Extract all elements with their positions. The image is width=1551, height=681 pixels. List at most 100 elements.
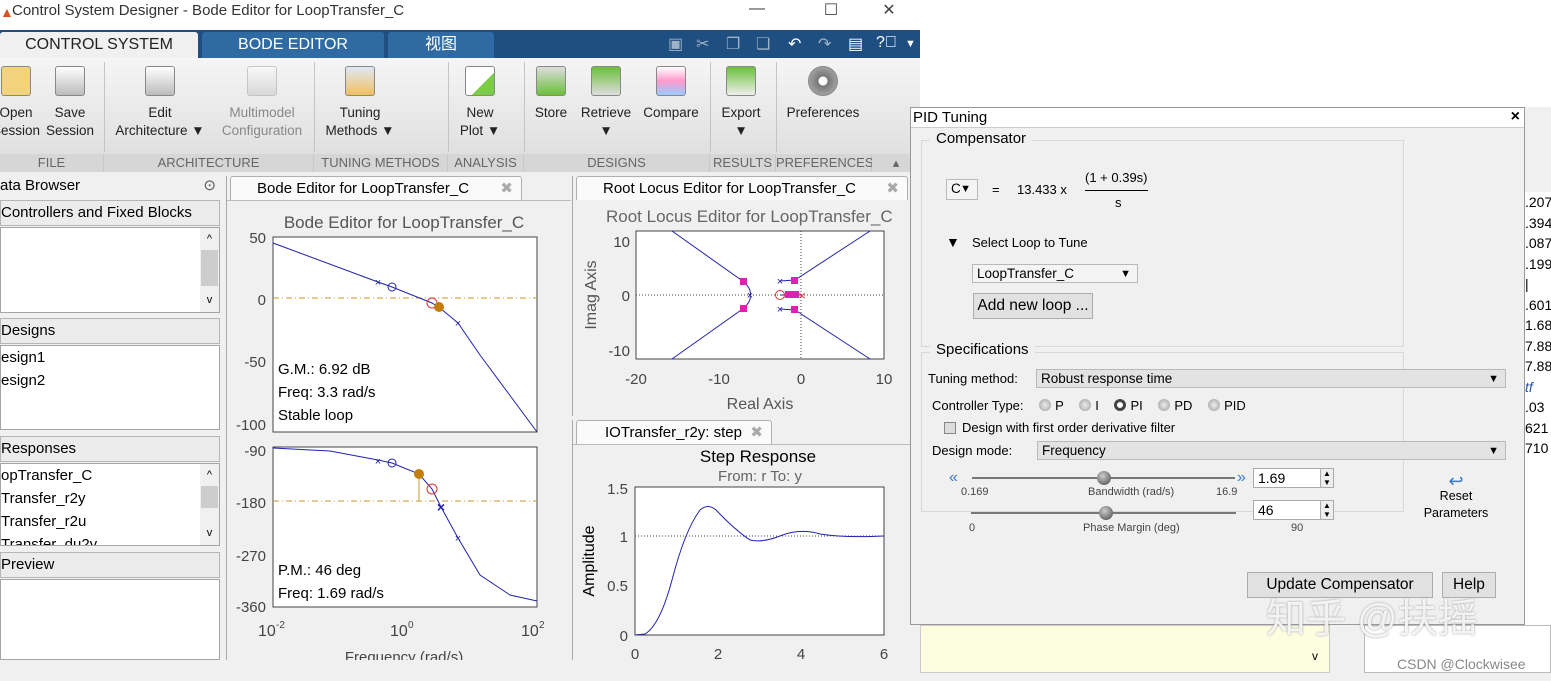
label: Retrieve: [580, 105, 632, 120]
list-item[interactable]: Transfer_r2y: [1, 487, 219, 510]
open-session-button[interactable]: Open Session: [0, 58, 42, 154]
close-tab-icon[interactable]: ✖: [500, 177, 513, 200]
panel-menu-icon[interactable]: ⊙: [203, 175, 216, 197]
list-item[interactable]: esign1: [1, 346, 219, 369]
scrollbar[interactable]: ^ v: [200, 464, 219, 545]
derivative-filter-checkbox[interactable]: [944, 422, 956, 434]
save-icon[interactable]: ▣: [668, 34, 683, 54]
close-tab-icon[interactable]: ✖: [750, 421, 763, 444]
tab-control-system[interactable]: CONTROL SYSTEM: [0, 32, 198, 58]
phase-margin-slider-thumb[interactable]: [1099, 506, 1114, 520]
maximize-button[interactable]: ☐: [808, 0, 854, 22]
closed-loop-pole[interactable]: [791, 306, 798, 313]
controllers-list[interactable]: ^ v: [0, 227, 220, 313]
window-layout-icon[interactable]: ▤: [848, 34, 863, 54]
tab-bode-editor[interactable]: BODE EDITOR: [202, 32, 384, 58]
tab-bode-editor-doc[interactable]: Bode Editor for LoopTransfer_C ✖: [230, 176, 522, 200]
section-controllers[interactable]: Controllers and Fixed Blocks: [0, 200, 220, 226]
open-loop-pole[interactable]: ×: [777, 276, 783, 288]
gain-margin-marker[interactable]: [434, 302, 444, 312]
closed-loop-pole[interactable]: [785, 291, 799, 298]
pole-marker[interactable]: ×: [375, 277, 381, 289]
multimodel-configuration-button[interactable]: Multimodel Configuration: [214, 58, 310, 154]
cut-icon[interactable]: ✂: [696, 34, 709, 54]
close-button[interactable]: ✕: [866, 0, 912, 22]
increase-bandwidth-icon[interactable]: »: [1237, 469, 1246, 487]
add-new-loop-button[interactable]: Add new loop ...: [973, 293, 1093, 319]
save-session-button[interactable]: Save Session: [44, 58, 96, 154]
decrease-bandwidth-icon[interactable]: «: [949, 469, 958, 487]
copy-icon[interactable]: ❐: [726, 34, 740, 54]
pole-marker[interactable]: ×: [375, 456, 381, 468]
compensator-select[interactable]: C ▼: [946, 179, 978, 200]
close-dialog-button[interactable]: ×: [1511, 108, 1520, 126]
pole-marker[interactable]: ×: [455, 533, 461, 545]
tuning-methods-button[interactable]: Tuning Methods ▼: [320, 58, 400, 154]
list-item[interactable]: opTransfer_C: [1, 464, 219, 487]
group-label-analysis: ANALYSIS: [448, 154, 524, 172]
closed-loop-pole[interactable]: [791, 277, 798, 284]
close-tab-icon[interactable]: ✖: [886, 177, 899, 200]
radio-i[interactable]: [1079, 399, 1092, 411]
pole-marker[interactable]: ×: [455, 318, 461, 330]
spinner-arrows-icon[interactable]: ▲ ▼: [1320, 468, 1334, 488]
compare-button[interactable]: Compare: [640, 58, 702, 154]
edit-architecture-button[interactable]: Edit Architecture ▼: [110, 58, 210, 154]
undo-icon[interactable]: ↶: [788, 34, 801, 54]
output-line: .03: [1525, 399, 1545, 415]
list-item[interactable]: Transfer_r2u: [1, 510, 219, 533]
chevron-down-icon[interactable]: v: [1312, 649, 1318, 663]
compensator-denominator: s: [1115, 195, 1122, 210]
phase-margin-marker[interactable]: [414, 469, 424, 479]
pole-marker[interactable]: ×: [437, 499, 445, 515]
new-plot-button[interactable]: New Plot ▼: [454, 58, 506, 154]
list-item[interactable]: Transfer_du2y: [1, 533, 219, 545]
spinner-arrows-icon[interactable]: ▲ ▼: [1320, 500, 1334, 520]
closed-loop-pole[interactable]: [740, 305, 747, 312]
bode-plot[interactable]: Bode Editor for LoopTransfer_C × × G.M.:…: [228, 200, 570, 660]
closed-loop-pole[interactable]: [740, 278, 747, 285]
tick-label: 0: [631, 646, 639, 660]
list-item[interactable]: esign2: [1, 369, 219, 392]
design-mode-select[interactable]: Frequency ▼: [1037, 441, 1506, 460]
retrieve-button[interactable]: Retrieve ▼: [578, 58, 634, 154]
tuning-method-select[interactable]: Robust response time ▼: [1036, 369, 1506, 388]
radio-pd[interactable]: [1158, 399, 1171, 411]
export-button[interactable]: Export ▼: [716, 58, 766, 154]
loop-select[interactable]: LoopTransfer_C ▼: [972, 264, 1138, 283]
step-response-plot[interactable]: Step Response From: r To: y 1.5 1 0.5 0 …: [574, 445, 910, 660]
minimize-button[interactable]: —: [734, 0, 780, 22]
preferences-button[interactable]: Preferences: [782, 58, 864, 154]
output-line: 710: [1525, 440, 1549, 456]
x-axis-label: Real Axis: [727, 396, 794, 413]
radio-p[interactable]: [1039, 399, 1052, 411]
gain-margin-text: G.M.: 6.92 dB: [278, 361, 371, 378]
chevron-down-icon[interactable]: ▼: [905, 38, 916, 50]
section-preview[interactable]: Preview: [0, 552, 220, 578]
store-icon: [536, 66, 566, 96]
tab-step-response[interactable]: IOTransfer_r2y: step ✖: [576, 420, 772, 444]
compensator-pole[interactable]: ×: [798, 288, 806, 303]
phase-margin-freq: Freq: 1.69 rad/s: [278, 585, 384, 602]
open-loop-pole[interactable]: ×: [777, 304, 783, 316]
tab-root-locus[interactable]: Root Locus Editor for LoopTransfer_C ✖: [576, 176, 908, 200]
collapse-triangle-icon[interactable]: ▼: [946, 234, 960, 250]
radio-pid[interactable]: [1208, 399, 1221, 411]
radio-pi[interactable]: [1114, 399, 1127, 411]
reset-parameters-button[interactable]: ↩ Reset Parameters: [1416, 472, 1496, 522]
phase-margin-input[interactable]: 46 ▲ ▼: [1253, 500, 1334, 520]
redo-icon[interactable]: ↷: [818, 34, 831, 54]
bandwidth-input[interactable]: 1.69 ▲ ▼: [1253, 468, 1334, 488]
section-responses[interactable]: Responses: [0, 436, 220, 462]
section-designs[interactable]: Designs: [0, 318, 220, 344]
tab-view[interactable]: 视图: [388, 32, 494, 58]
bandwidth-slider-thumb[interactable]: [1096, 471, 1111, 485]
root-locus-plot[interactable]: Root Locus Editor for LoopTransfer_C × ×…: [574, 200, 910, 418]
help-icon[interactable]: ?⃝: [876, 34, 897, 52]
tick-exponent: 0: [408, 620, 414, 631]
tick-label: 0: [622, 288, 630, 305]
store-button[interactable]: Store: [530, 58, 572, 154]
open-loop-pole[interactable]: ×: [747, 290, 753, 302]
scrollbar[interactable]: ^ v: [200, 228, 219, 312]
paste-icon[interactable]: ❏: [756, 34, 770, 54]
